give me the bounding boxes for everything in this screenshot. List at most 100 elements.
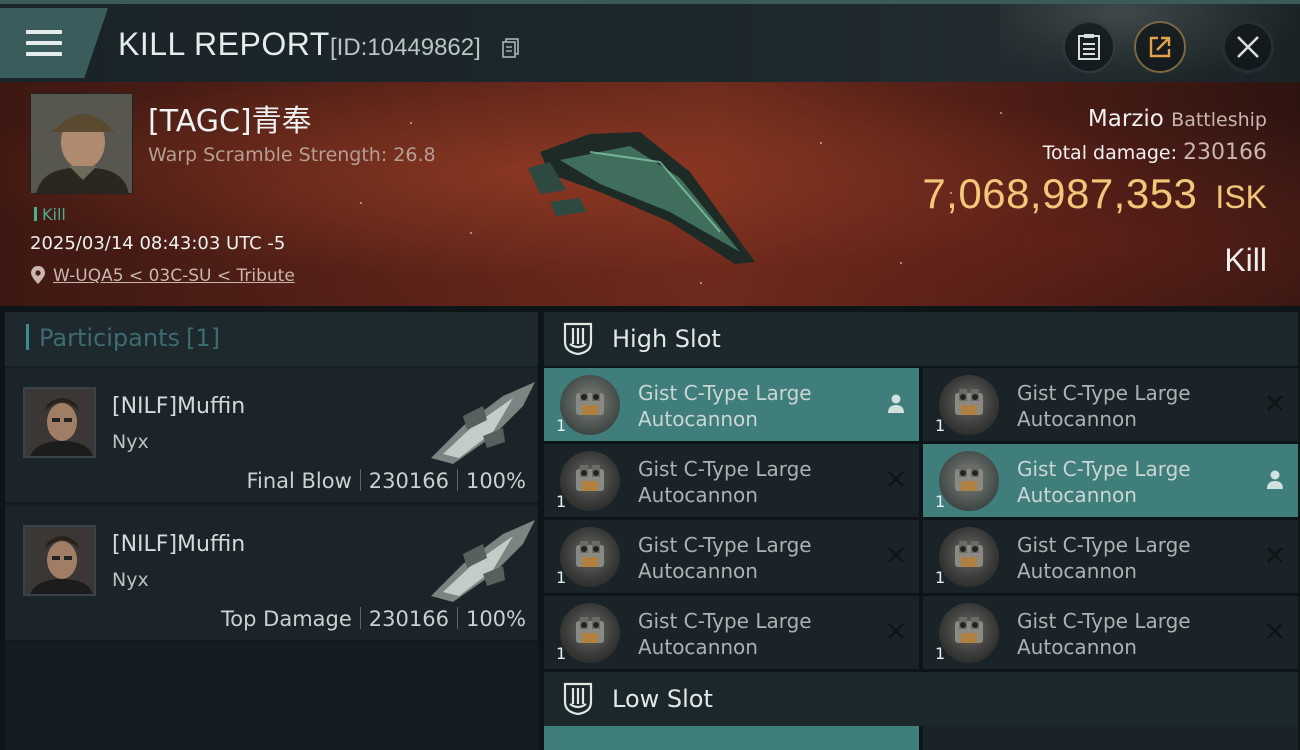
high-slot-title: High Slot	[612, 325, 721, 353]
low-slot-header: Low Slot	[544, 672, 1298, 726]
fitting-panel: High Slot 1 Gist C-Type Large Autocannon 1 G…	[544, 312, 1298, 750]
close-button[interactable]	[1222, 21, 1274, 73]
module-image	[560, 375, 620, 435]
total-damage-label: Total damage:	[1042, 142, 1178, 164]
module-name-line2: Autocannon	[1017, 635, 1137, 659]
total-damage-value: 230166	[1183, 140, 1267, 165]
participant-ship: Nyx	[112, 569, 149, 591]
isk-value: 7,068,987,353 ISK	[922, 170, 1267, 218]
kill-tag: Kill	[34, 205, 66, 224]
module-image	[939, 375, 999, 435]
ship-class: Battleship	[1171, 109, 1267, 131]
module-quantity: 1	[556, 568, 567, 587]
victim-ship-name: Marzio Battleship	[1088, 106, 1267, 132]
module-name: Gist C-Type Large Autocannon	[638, 380, 812, 432]
page-title: KILL REPORT	[118, 26, 330, 62]
module-name-line2: Autocannon	[638, 483, 758, 507]
participant-damage: 230166	[368, 469, 449, 493]
participant-avatar[interactable]	[23, 387, 96, 458]
participant-ship-image[interactable]	[423, 514, 539, 606]
low-slot-title: Low Slot	[612, 685, 713, 713]
report-document-button[interactable]	[1063, 21, 1115, 73]
low-slot-module[interactable]	[923, 726, 1298, 750]
module-name: Gist C-Type Large Autocannon	[1017, 532, 1191, 584]
victim-name[interactable]: [TAGC]青奉	[148, 96, 312, 140]
module-name-line2: Autocannon	[1017, 483, 1137, 507]
module-image	[560, 603, 620, 663]
high-slot-module[interactable]: 1 Gist C-Type Large Autocannon	[544, 368, 919, 441]
close-icon	[1237, 36, 1259, 58]
kill-result: Kill	[1224, 242, 1267, 278]
high-slot-icon	[563, 322, 593, 356]
low-slot-module[interactable]	[544, 726, 919, 750]
module-name: Gist C-Type Large Autocannon	[1017, 380, 1191, 432]
module-name-line1: Gist C-Type Large	[638, 533, 812, 557]
participant-damage: 230166	[368, 607, 449, 631]
menu-icon[interactable]	[26, 30, 62, 58]
high-slot-module[interactable]: 1 Gist C-Type Large Autocannon	[923, 596, 1298, 669]
header-bar: KILL REPORT [ID:10449862]	[0, 0, 1300, 82]
share-button[interactable]	[1134, 21, 1186, 73]
isk-unit: ISK	[1215, 179, 1267, 215]
participant-stats: Top Damage 230166 100%	[221, 607, 526, 631]
participant-row[interactable]: [NILF]Muffin Nyx Final Blow 230166 100%	[5, 368, 538, 504]
participant-role: Top Damage	[221, 607, 352, 631]
destroyed-x-icon	[1267, 623, 1283, 639]
module-name-line2: Autocannon	[1017, 559, 1137, 583]
module-name-line2: Autocannon	[1017, 407, 1137, 431]
module-quantity: 1	[556, 416, 567, 435]
victim-ship-image[interactable]	[520, 112, 770, 272]
module-name-line1: Gist C-Type Large	[1017, 609, 1191, 633]
participant-ship: Nyx	[112, 431, 149, 453]
module-name-line1: Gist C-Type Large	[1017, 533, 1191, 557]
menu-tab[interactable]	[0, 8, 108, 78]
destroyed-x-icon	[888, 623, 904, 639]
high-slot-module[interactable]: 1 Gist C-Type Large Autocannon	[544, 596, 919, 669]
document-icon	[1078, 34, 1100, 60]
victim-portrait[interactable]	[30, 93, 133, 194]
module-name-line1: Gist C-Type Large	[638, 381, 812, 405]
participant-row[interactable]: [NILF]Muffin Nyx Top Damage 230166 100%	[5, 506, 538, 642]
total-damage: Total damage: 230166	[1043, 140, 1267, 165]
participant-role: Final Blow	[246, 469, 352, 493]
location-pin-icon	[31, 266, 45, 284]
isk-amount: 7,068,987,353	[922, 170, 1198, 217]
high-slot-module[interactable]: 1 Gist C-Type Large Autocannon	[544, 444, 919, 517]
share-icon	[1149, 36, 1171, 58]
copy-icon[interactable]	[502, 38, 520, 58]
module-name-line2: Autocannon	[638, 559, 758, 583]
low-slot-icon	[563, 682, 593, 716]
module-name-line2: Autocannon	[638, 407, 758, 431]
module-name: Gist C-Type Large Autocannon	[1017, 608, 1191, 660]
participant-name[interactable]: [NILF]Muffin	[112, 394, 245, 419]
participant-percent: 100%	[465, 469, 526, 493]
high-slot-header: High Slot	[544, 312, 1298, 366]
high-slot-module[interactable]: 1 Gist C-Type Large Autocannon	[544, 520, 919, 593]
module-quantity: 1	[935, 492, 946, 511]
high-slot-module[interactable]: 1 Gist C-Type Large Autocannon	[923, 520, 1298, 593]
module-image	[560, 527, 620, 587]
kill-location-link[interactable]: W-UQA5 < 03C-SU < Tribute	[53, 266, 295, 286]
participants-panel: Participants [1] [NILF]Muffin Nyx Final B…	[5, 312, 538, 750]
ship-name: Marzio	[1087, 106, 1164, 132]
participant-ship-image[interactable]	[423, 376, 539, 468]
module-name-line1: Gist C-Type Large	[1017, 457, 1191, 481]
high-slot-module[interactable]: 1 Gist C-Type Large Autocannon	[923, 444, 1298, 517]
high-slot-module[interactable]: 1 Gist C-Type Large Autocannon	[923, 368, 1298, 441]
participant-name[interactable]: [NILF]Muffin	[112, 532, 245, 557]
dropped-person-icon	[1267, 470, 1283, 489]
module-quantity: 1	[935, 416, 946, 435]
module-quantity: 1	[556, 492, 567, 511]
module-name-line1: Gist C-Type Large	[638, 457, 812, 481]
participant-percent: 100%	[465, 607, 526, 631]
participant-avatar[interactable]	[23, 525, 96, 596]
module-name-line2: Autocannon	[638, 635, 758, 659]
kill-datetime: 2025/03/14 08:43:03 UTC -5	[30, 233, 286, 254]
module-image	[939, 451, 999, 511]
warp-scramble-strength: Warp Scramble Strength: 26.8	[148, 144, 436, 166]
kill-banner: [TAGC]青奉 Warp Scramble Strength: 26.8 Ki…	[0, 82, 1300, 306]
module-quantity: 1	[935, 644, 946, 663]
module-image	[939, 603, 999, 663]
participants-header: Participants [1]	[5, 312, 538, 366]
module-quantity: 1	[935, 568, 946, 587]
